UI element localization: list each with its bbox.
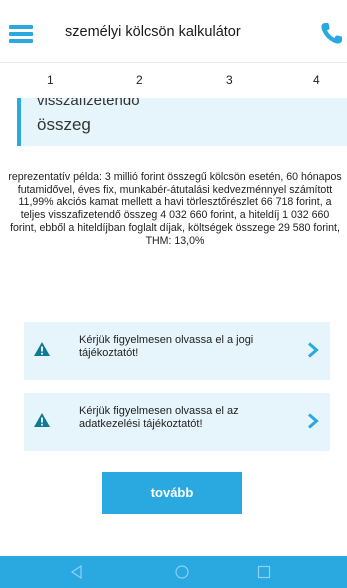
data-privacy-notice-link[interactable]: Kérjük figyelmesen olvassa el az adatkez… — [24, 393, 330, 451]
system-navigation-bar — [0, 556, 347, 588]
warning-icon — [34, 342, 50, 356]
next-button[interactable]: tovább — [102, 472, 242, 514]
back-icon[interactable] — [69, 564, 85, 580]
notice-text: Kérjük figyelmesen olvassa el az adatkez… — [79, 405, 239, 430]
phone-icon[interactable] — [319, 20, 345, 46]
step-2[interactable]: 2 — [136, 73, 143, 87]
step-1[interactable]: 1 — [47, 73, 54, 87]
notice-text: Kérjük figyelmesen olvassa el a jogi táj… — [79, 334, 254, 359]
warning-icon — [34, 413, 50, 427]
repayment-amount-field[interactable]: visszafizetendő összeg — [17, 98, 347, 146]
recent-apps-icon[interactable] — [256, 564, 272, 580]
field-label: összeg — [37, 115, 91, 134]
hamburger-menu-icon[interactable] — [9, 25, 33, 43]
step-3[interactable]: 3 — [226, 73, 233, 87]
field-label-partial: visszafizetendő — [37, 98, 140, 109]
step-indicator: 1 2 3 4 — [0, 62, 347, 102]
representative-example-text: reprezentatív példa: 3 millió forint öss… — [8, 171, 342, 247]
chevron-right-icon[interactable] — [307, 342, 319, 358]
legal-notice-link[interactable]: Kérjük figyelmesen olvassa el a jogi táj… — [24, 322, 330, 380]
page-title: személyi kölcsön kalkulátor — [65, 24, 241, 40]
app-header: személyi kölcsön kalkulátor — [0, 0, 347, 62]
chevron-right-icon[interactable] — [307, 413, 319, 429]
home-icon[interactable] — [174, 564, 190, 580]
field-accent-bar — [17, 98, 21, 146]
step-4[interactable]: 4 — [313, 73, 320, 87]
